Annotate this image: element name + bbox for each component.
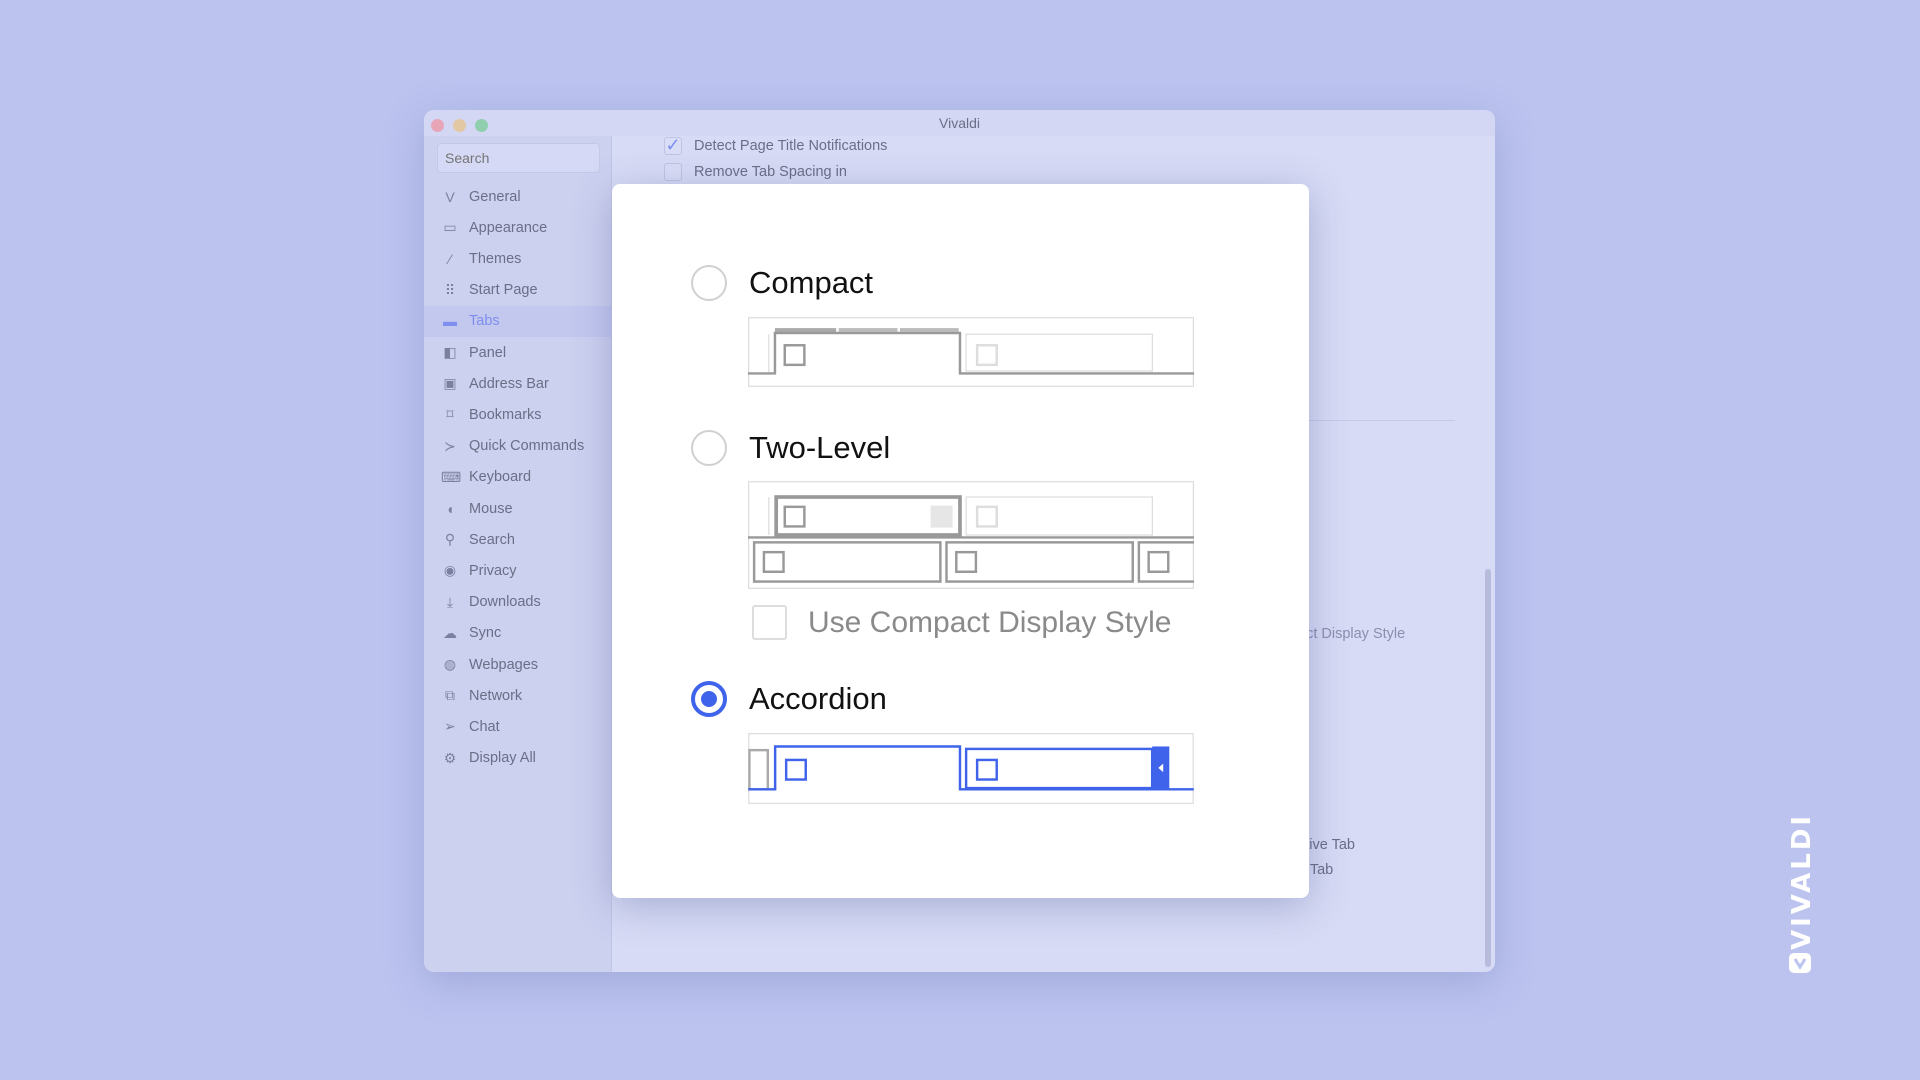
detect-notifications-label: Detect Page Title Notifications: [694, 138, 888, 154]
globe-icon: ◍: [443, 656, 457, 672]
sidebar-item-label: Network: [469, 687, 523, 704]
preview-stack-indicator: [930, 505, 953, 528]
bookmark-icon: ⌑: [446, 406, 454, 423]
bg-compact-style-label: act Display Style: [1298, 626, 1406, 642]
sidebar-item-downloads[interactable]: ⤓ Downloads: [424, 587, 612, 618]
sidebar-item-label: Sync: [469, 625, 502, 642]
gear-icon: ⚙: [443, 749, 457, 766]
compact-label: Compact: [749, 265, 874, 300]
accordion-radio[interactable]: [691, 681, 727, 717]
remove-spacing-label: Remove Tab Spacing in: [694, 164, 847, 180]
panel-icon: ◧: [443, 344, 457, 360]
tab-style-dialog: Compact Two-Level Use Compact Display St…: [612, 184, 1309, 898]
compact-radio[interactable]: [691, 265, 727, 301]
sidebar-item-display-all[interactable]: ⚙ Display All: [424, 743, 612, 774]
sidebar-item-themes[interactable]: ⁄ Themes: [424, 243, 612, 274]
detect-notifications-checkbox[interactable]: ✓: [664, 136, 682, 155]
download-icon: ⤓: [446, 593, 454, 610]
two-level-radio[interactable]: [691, 430, 727, 466]
quick-commands-icon: ≻: [444, 437, 456, 454]
sidebar-item-label: Quick Commands: [469, 438, 585, 455]
sidebar-item-address-bar[interactable]: ▣ Address Bar: [424, 368, 612, 399]
sidebar-item-label: Mouse: [469, 500, 513, 517]
keyboard-icon: ⌨: [441, 468, 462, 485]
title-bar: Vivaldi: [424, 110, 1495, 136]
sidebar-item-sync[interactable]: ☁ Sync: [424, 618, 612, 649]
eye-icon: ◉: [443, 562, 457, 579]
sidebar-item-label: Address Bar: [469, 375, 549, 392]
preview-frame: [748, 317, 1194, 387]
divider: [1309, 420, 1455, 421]
vivaldi-wordmark: VIVALDI: [1787, 813, 1816, 950]
sidebar: V General ▭ Appearance ⁄ Themes ⠿ Start Page ▬ Ta…: [424, 136, 612, 972]
window-title: Vivaldi: [939, 115, 980, 131]
search-icon: ⚲: [444, 531, 456, 548]
cloud-icon: ☁: [443, 624, 457, 641]
compact-display-label: Use Compact Display Style: [808, 606, 1172, 639]
window-icon: ▭: [443, 219, 457, 236]
preview-frame: [748, 733, 1194, 804]
accordion-preview[interactable]: [748, 733, 1194, 804]
sidebar-item-quick-commands[interactable]: ≻ Quick Commands: [424, 431, 612, 462]
compact-display-checkbox[interactable]: [752, 605, 787, 640]
sidebar-item-chat[interactable]: ➢ Chat: [424, 711, 612, 742]
sidebar-item-label: Appearance: [469, 219, 548, 236]
sidebar-item-label: Display All: [469, 750, 536, 767]
sidebar-item-label: Keyboard: [469, 469, 532, 486]
sidebar-item-webpages[interactable]: ◍ Webpages: [424, 649, 612, 680]
sidebar-item-search[interactable]: ⚲ Search: [424, 524, 612, 555]
sidebar-item-label: Tabs: [469, 313, 500, 330]
sidebar-item-label: Search: [469, 531, 515, 548]
sidebar-item-appearance[interactable]: ▭ Appearance: [424, 212, 612, 243]
send-icon: ➢: [444, 718, 456, 735]
sidebar-item-panel[interactable]: ◧ Panel: [424, 337, 612, 368]
scrollbar[interactable]: [1485, 569, 1491, 967]
search-input[interactable]: [437, 143, 600, 173]
sidebar-item-tabs[interactable]: ▬ Tabs: [424, 305, 612, 337]
sidebar-item-label: Chat: [469, 718, 500, 735]
sidebar-item-label: Start Page: [469, 282, 538, 299]
sidebar-item-label: General: [469, 188, 521, 205]
tabs-icon: ▬: [443, 313, 457, 330]
accordion-label: Accordion: [749, 681, 887, 716]
vivaldi-logo: VIVALDI: [1787, 813, 1816, 973]
sidebar-item-network[interactable]: ⧉ Network: [424, 680, 612, 711]
sidebar-item-label: Themes: [469, 250, 522, 267]
sidebar-item-start-page[interactable]: ⠿ Start Page: [424, 275, 612, 306]
network-icon: ⧉: [445, 687, 455, 704]
sidebar-item-label: Privacy: [469, 562, 517, 579]
sidebar-item-privacy[interactable]: ◉ Privacy: [424, 555, 612, 586]
sidebar-item-label: Downloads: [469, 594, 541, 611]
sidebar-item-general[interactable]: V General: [424, 181, 612, 212]
sidebar-item-mouse[interactable]: ◖ Mouse: [424, 493, 612, 524]
mouse-icon: ◖: [445, 500, 455, 517]
sidebar-item-label: Bookmarks: [469, 406, 542, 423]
detect-notifications-row[interactable]: ✓ Detect Page Title Notifications: [664, 136, 888, 155]
two-level-label: Two-Level: [749, 430, 891, 465]
sidebar-item-label: Panel: [469, 344, 507, 361]
sidebar-item-bookmarks[interactable]: ⌑ Bookmarks: [424, 399, 612, 430]
remove-spacing-row[interactable]: Remove Tab Spacing in: [664, 163, 847, 181]
compact-preview[interactable]: [748, 317, 1194, 387]
grid-icon: ⠿: [444, 281, 456, 298]
remove-spacing-checkbox[interactable]: [664, 163, 682, 181]
sidebar-item-keyboard[interactable]: ⌨ Keyboard: [424, 462, 612, 493]
preview-stack-bar: [838, 328, 898, 332]
preview-stack-bar: [899, 328, 959, 332]
address-bar-icon: ▣: [443, 375, 457, 392]
sidebar-item-label: Webpages: [469, 656, 539, 673]
brush-icon: ⁄: [448, 250, 452, 267]
vivaldi-v-icon: V: [445, 188, 455, 205]
vivaldi-icon: [1789, 953, 1811, 973]
two-level-preview[interactable]: [748, 481, 1194, 589]
